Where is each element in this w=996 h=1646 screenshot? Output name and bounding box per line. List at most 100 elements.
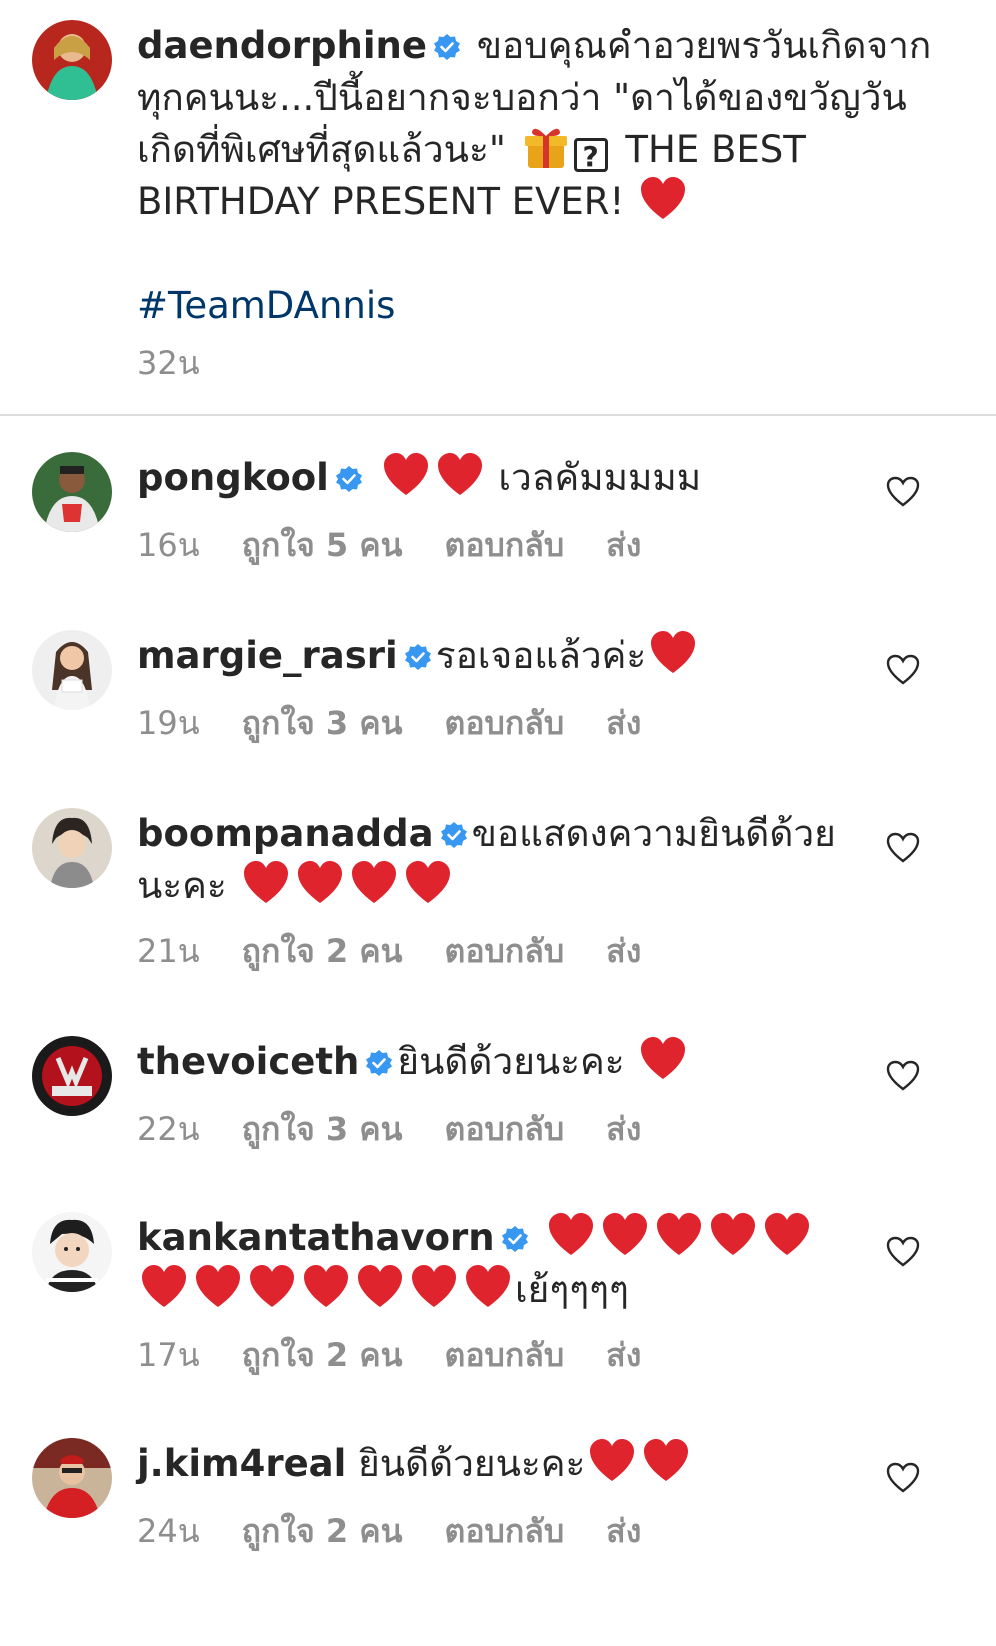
avatar[interactable] (32, 1036, 112, 1116)
avatar[interactable] (32, 1438, 112, 1518)
likes-prefix: ถูกใจ (241, 932, 315, 970)
heart-outline-icon (886, 1236, 920, 1268)
likes-count[interactable]: ถูกใจ 2 คน (242, 1336, 403, 1374)
reply-button[interactable]: ตอบกลับ (445, 1110, 565, 1148)
verified-badge-icon (501, 1225, 529, 1253)
red-heart-emoji (639, 176, 687, 222)
like-button[interactable] (886, 476, 920, 508)
reply-button[interactable]: ตอบกลับ (445, 526, 565, 564)
send-button[interactable]: ส่ง (606, 526, 641, 564)
heart-outline-icon (886, 832, 920, 864)
red-heart-emoji (763, 1212, 811, 1258)
reply-button[interactable]: ตอบกลับ (445, 1336, 565, 1374)
red-heart-emoji (194, 1264, 242, 1310)
heart-outline-icon (886, 476, 920, 508)
send-button[interactable]: ส่ง (606, 704, 641, 742)
send-button[interactable]: ส่ง (606, 1512, 641, 1550)
likes-count[interactable]: ถูกใจ 3 คน (242, 704, 403, 742)
comment-text: เย้ๆๆๆๆ (515, 1268, 629, 1311)
like-button[interactable] (886, 1060, 920, 1092)
likes-number: 2 (325, 932, 349, 970)
like-button[interactable] (886, 1236, 920, 1268)
comment-timestamp: 19น (137, 704, 200, 742)
comment-meta: 16น ถูกใจ 5 คน ตอบกลับ ส่ง (137, 520, 683, 571)
red-heart-emoji (649, 630, 697, 676)
likes-prefix: ถูกใจ (241, 1110, 315, 1148)
comment-username[interactable]: pongkool (137, 456, 329, 499)
comment-body: kankantathavorn เย้ๆๆๆๆ (137, 1212, 877, 1316)
likes-suffix: คน (359, 932, 403, 970)
unknown-glyph-icon: ? (573, 138, 608, 173)
comment-body: thevoiceth ยินดีด้วยนะคะ (137, 1036, 877, 1088)
verified-badge-icon (433, 33, 461, 61)
avatar[interactable] (32, 452, 112, 532)
send-button[interactable]: ส่ง (606, 1110, 641, 1148)
red-heart-emoji (601, 1212, 649, 1258)
likes-prefix: ถูกใจ (241, 704, 315, 742)
comment-username[interactable]: kankantathavorn (137, 1216, 495, 1259)
likes-number: 2 (325, 1512, 349, 1550)
red-heart-emoji (655, 1212, 703, 1258)
heart-outline-icon (886, 1462, 920, 1494)
likes-suffix: คน (359, 1110, 403, 1148)
likes-prefix: ถูกใจ (241, 1512, 315, 1550)
comment-timestamp: 21น (137, 932, 200, 970)
verified-badge-icon (335, 465, 363, 493)
heart-outline-icon (886, 654, 920, 686)
caption-timestamp: 32น (137, 344, 200, 382)
comment-timestamp: 22น (137, 1110, 200, 1148)
comment-username[interactable]: thevoiceth (137, 1040, 359, 1083)
avatar[interactable] (32, 630, 112, 710)
red-heart-emoji (302, 1264, 350, 1310)
caption-username[interactable]: daendorphine (137, 24, 427, 67)
avatar[interactable] (32, 808, 112, 888)
comment-meta: 22น ถูกใจ 3 คน ตอบกลับ ส่ง (137, 1104, 683, 1155)
comment-body: margie_rasri รอเจอแล้วค่ะ (137, 630, 877, 682)
comment-username[interactable]: boompanadda (137, 812, 434, 855)
like-button[interactable] (886, 832, 920, 864)
comment-username[interactable]: j.kim4real (137, 1442, 346, 1485)
likes-suffix: คน (359, 526, 403, 564)
reply-button[interactable]: ตอบกลับ (445, 1512, 565, 1550)
comment-body: pongkool เวลคัมมมมม (137, 452, 877, 504)
verified-badge-icon (440, 821, 468, 849)
likes-number: 2 (325, 1336, 349, 1374)
red-heart-emoji (642, 1438, 690, 1484)
reply-button[interactable]: ตอบกลับ (445, 704, 565, 742)
avatar[interactable] (32, 1212, 112, 1292)
likes-suffix: คน (359, 704, 403, 742)
likes-suffix: คน (359, 1336, 403, 1374)
send-button[interactable]: ส่ง (606, 932, 641, 970)
caption-body: daendorphine ขอบคุณคำอวยพรวันเกิดจากทุกค… (137, 20, 957, 332)
likes-prefix: ถูกใจ (241, 1336, 315, 1374)
comment-text: รอเจอแล้วค่ะ (435, 634, 647, 677)
likes-count[interactable]: ถูกใจ 2 คน (242, 932, 403, 970)
red-heart-emoji (410, 1264, 458, 1310)
comment-text: ยินดีด้วยนะคะ (397, 1040, 625, 1083)
verified-badge-icon (404, 643, 432, 671)
likes-number: 5 (325, 526, 349, 564)
red-heart-emoji (356, 1264, 404, 1310)
red-heart-emoji (382, 452, 430, 498)
red-heart-emoji (639, 1036, 687, 1082)
avatar[interactable] (32, 20, 112, 100)
send-button[interactable]: ส่ง (606, 1336, 641, 1374)
hashtag-link[interactable]: #TeamDAnnis (137, 280, 957, 332)
red-heart-emoji (242, 860, 290, 906)
comment-body: boompanadda ขอแสดงความยินดีด้วยนะคะ (137, 808, 877, 912)
comment-timestamp: 16น (137, 526, 200, 564)
red-heart-emoji (350, 860, 398, 906)
like-button[interactable] (886, 654, 920, 686)
reply-button[interactable]: ตอบกลับ (445, 932, 565, 970)
comment-username[interactable]: margie_rasri (137, 634, 398, 677)
comment-meta: 19น ถูกใจ 3 คน ตอบกลับ ส่ง (137, 698, 683, 749)
likes-prefix: ถูกใจ (241, 526, 315, 564)
likes-count[interactable]: ถูกใจ 2 คน (242, 1512, 403, 1550)
comment-timestamp: 24น (137, 1512, 200, 1550)
comment-text: เวลคัมมมมม (498, 456, 702, 499)
likes-count[interactable]: ถูกใจ 5 คน (242, 526, 403, 564)
likes-count[interactable]: ถูกใจ 3 คน (242, 1110, 403, 1148)
like-button[interactable] (886, 1462, 920, 1494)
comment-text: ยินดีด้วยนะคะ (358, 1442, 586, 1485)
divider (0, 414, 996, 416)
